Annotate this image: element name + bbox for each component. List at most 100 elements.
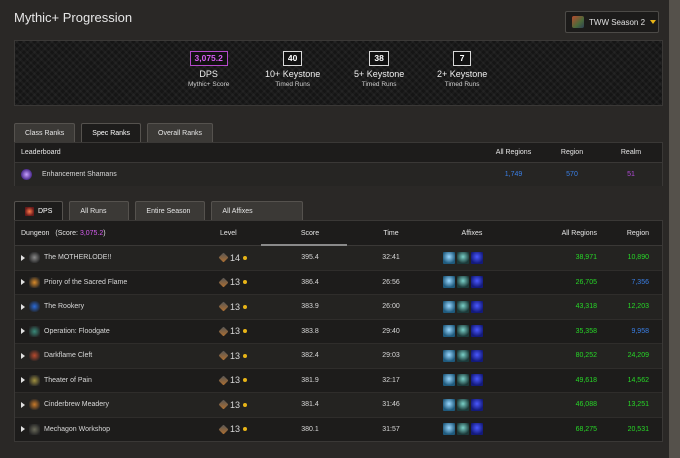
col-level[interactable]: Level (220, 230, 265, 237)
run-region-rank[interactable]: 24,209 (597, 352, 649, 359)
table-row[interactable]: Darkflame Cleft 13 382.4 29:03 80,252 24,209 (15, 344, 662, 369)
dungeon-icon (29, 252, 40, 264)
run-all-regions-rank[interactable]: 35,358 (517, 328, 597, 335)
affix-fortified-icon[interactable] (443, 398, 455, 411)
run-all-regions-rank[interactable]: 43,318 (517, 303, 597, 310)
leaderboard-realm-rank[interactable]: 51 (602, 171, 660, 178)
affix-fortified-icon[interactable] (443, 251, 455, 264)
stat-5plus: 38 5+ Keystone Timed Runs (354, 51, 404, 88)
right-edge (669, 0, 680, 458)
affix-challengers-icon[interactable] (471, 423, 483, 436)
dps-score-label: DPS (199, 69, 218, 79)
table-row[interactable]: Operation: Floodgate 13 383.8 29:40 35,358 9,… (15, 319, 662, 344)
leaderboard-all-regions-rank[interactable]: 1,749 (485, 171, 542, 178)
run-region-rank[interactable]: 20,531 (597, 426, 649, 433)
tab-entire-season[interactable]: Entire Season (135, 201, 206, 220)
dungeon-name[interactable]: Darkflame Cleft (44, 352, 92, 359)
dungeon-name[interactable]: Mechagon Workshop (44, 426, 110, 433)
run-region-rank[interactable]: 13,251 (597, 401, 649, 408)
affix-challengers-icon[interactable] (471, 374, 483, 387)
col-dungeon[interactable]: Dungeon (21, 230, 49, 237)
expand-arrow-icon[interactable] (21, 328, 25, 335)
dungeon-name[interactable]: The MOTHERLODE!! (44, 254, 111, 261)
table-row[interactable]: The MOTHERLODE!! 14 395.4 32:41 38,971 10,890 (15, 246, 662, 271)
affix-xalataths-icon[interactable] (457, 398, 469, 411)
affix-fortified-icon[interactable] (443, 349, 455, 362)
expand-arrow-icon[interactable] (21, 401, 25, 408)
tab-dps[interactable]: DPS (14, 201, 64, 220)
tab-overall-ranks[interactable]: Overall Ranks (147, 123, 214, 142)
season-icon (572, 16, 584, 28)
table-row[interactable]: The Rookery 13 383.9 26:00 43,318 12,203 (15, 295, 662, 320)
upgrade-star-icon (243, 353, 248, 358)
dps-role-icon (25, 206, 34, 216)
col-all-regions[interactable]: All Regions (517, 230, 597, 237)
expand-arrow-icon[interactable] (21, 352, 25, 359)
run-all-regions-rank[interactable]: 80,252 (517, 352, 597, 359)
col-region[interactable]: Region (597, 230, 649, 237)
tab-all-affixes[interactable]: All Affixes (211, 201, 304, 220)
affix-challengers-icon[interactable] (471, 300, 483, 313)
run-region-rank[interactable]: 9,958 (597, 328, 649, 335)
affix-xalataths-icon[interactable] (457, 251, 469, 264)
run-score: 381.4 (301, 401, 319, 409)
expand-arrow-icon[interactable] (21, 303, 25, 310)
affix-fortified-icon[interactable] (443, 276, 455, 289)
dps-score-sublabel: Mythic+ Score (188, 81, 230, 88)
run-region-rank[interactable]: 14,562 (597, 377, 649, 384)
tab-class-ranks[interactable]: Class Ranks (14, 123, 76, 142)
affix-fortified-icon[interactable] (443, 374, 455, 387)
table-row[interactable]: Mechagon Workshop 13 380.1 31:57 68,275 20,53… (15, 417, 662, 441)
affix-xalataths-icon[interactable] (457, 325, 469, 338)
affix-xalataths-icon[interactable] (457, 300, 469, 313)
run-all-regions-rank[interactable]: 46,088 (517, 401, 597, 408)
affix-challengers-icon[interactable] (471, 325, 483, 338)
col-score[interactable]: Score (265, 230, 355, 237)
run-all-regions-rank[interactable]: 49,618 (517, 377, 597, 384)
affix-xalataths-icon[interactable] (457, 349, 469, 362)
total-score-value: 3,075.2 (79, 229, 104, 237)
affix-xalataths-icon[interactable] (457, 423, 469, 436)
dungeon-name[interactable]: Operation: Floodgate (44, 328, 110, 335)
run-all-regions-rank[interactable]: 26,705 (517, 279, 597, 286)
run-region-rank[interactable]: 7,356 (597, 279, 649, 286)
run-all-regions-rank[interactable]: 38,971 (517, 254, 597, 261)
affix-challengers-icon[interactable] (471, 349, 483, 362)
table-row[interactable]: Cinderbrew Meadery 13 381.4 31:46 46,088 13,2… (15, 393, 662, 418)
table-row[interactable]: Priory of the Sacred Flame 13 386.4 26:56 26… (15, 270, 662, 295)
run-score: 380.1 (301, 425, 319, 433)
tab-all-runs[interactable]: All Runs (69, 201, 130, 220)
affix-fortified-icon[interactable] (443, 423, 455, 436)
leaderboard-heading: Leaderboard (21, 149, 61, 156)
stat-2plus: 7 2+ Keystone Timed Runs (437, 51, 487, 88)
leaderboard-header: Leaderboard All Regions Region Realm (15, 143, 662, 163)
affix-fortified-icon[interactable] (443, 325, 455, 338)
affix-challengers-icon[interactable] (471, 276, 483, 289)
5plus-value: 38 (369, 51, 389, 66)
expand-arrow-icon[interactable] (21, 377, 25, 384)
affix-xalataths-icon[interactable] (457, 276, 469, 289)
leaderboard-region-rank[interactable]: 570 (542, 171, 602, 178)
affix-xalataths-icon[interactable] (457, 374, 469, 387)
affix-challengers-icon[interactable] (471, 251, 483, 264)
dungeon-name[interactable]: The Rookery (44, 303, 84, 310)
expand-arrow-icon[interactable] (21, 279, 25, 286)
table-row[interactable]: Theater of Pain 13 381.9 32:17 49,618 14,562 (15, 368, 662, 393)
run-all-regions-rank[interactable]: 68,275 (517, 426, 597, 433)
season-selector[interactable]: TWW Season 2 (565, 11, 659, 33)
leaderboard-row[interactable]: Enhancement Shamans 1,749 570 51 (15, 163, 662, 186)
leaderboard-spec-name: Enhancement Shamans (42, 171, 117, 178)
expand-arrow-icon[interactable] (21, 426, 25, 433)
run-time: 26:00 (382, 303, 400, 311)
dungeon-name[interactable]: Priory of the Sacred Flame (44, 279, 127, 286)
dungeon-name[interactable]: Theater of Pain (44, 377, 92, 384)
run-region-rank[interactable]: 12,203 (597, 303, 649, 310)
affix-fortified-icon[interactable] (443, 300, 455, 313)
dungeon-name[interactable]: Cinderbrew Meadery (44, 401, 109, 408)
run-time: 32:17 (382, 376, 400, 384)
expand-arrow-icon[interactable] (21, 254, 25, 261)
run-region-rank[interactable]: 10,890 (597, 254, 649, 261)
tab-spec-ranks[interactable]: Spec Ranks (81, 123, 142, 142)
affix-challengers-icon[interactable] (471, 398, 483, 411)
col-time[interactable]: Time (355, 230, 427, 237)
